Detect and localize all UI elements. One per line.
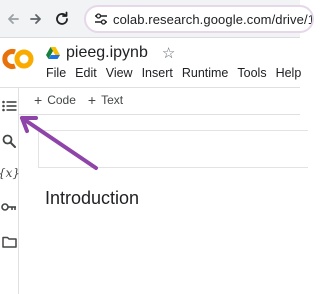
plus-icon: + <box>87 92 97 108</box>
browser-toolbar: colab.research.google.com/drive/1xW6f <box>0 0 314 38</box>
notebook-toolbar: + Code + Text <box>34 93 135 107</box>
variables-label: {x} <box>0 166 21 180</box>
menu-file[interactable]: File <box>46 66 66 80</box>
menu-insert[interactable]: Insert <box>142 66 173 80</box>
forward-arrow-icon[interactable] <box>25 8 47 30</box>
add-text-button[interactable]: + Text <box>88 93 123 107</box>
menu-bar: File Edit View Insert Runtime Tools Help <box>46 66 310 80</box>
back-arrow-icon[interactable] <box>2 8 24 30</box>
drive-icon[interactable] <box>46 47 60 59</box>
add-code-label: Code <box>47 93 76 107</box>
menu-view[interactable]: View <box>106 66 133 80</box>
site-settings-icon[interactable] <box>94 12 108 26</box>
menu-tools[interactable]: Tools <box>237 66 266 80</box>
logo-text: CO <box>0 44 2 45</box>
folder-icon[interactable] <box>0 236 18 248</box>
toolbar-divider <box>19 114 300 115</box>
variables-icon[interactable]: {x} <box>0 166 21 180</box>
section-heading: Introduction <box>45 188 140 208</box>
key-icon[interactable] <box>0 202 18 212</box>
menu-edit[interactable]: Edit <box>75 66 97 80</box>
add-code-button[interactable]: + Code <box>34 93 76 107</box>
colab-logo[interactable]: CO <box>0 44 36 74</box>
header-divider <box>0 87 300 88</box>
address-bar[interactable]: colab.research.google.com/drive/1xW6f <box>84 5 314 33</box>
table-of-contents-icon[interactable] <box>0 100 18 112</box>
url-text: colab.research.google.com/drive/1xW6f <box>113 11 312 27</box>
star-outline-icon[interactable]: ☆ <box>162 46 175 61</box>
notebook-title[interactable]: pieeg.ipynb <box>66 44 148 62</box>
reload-icon[interactable] <box>51 8 73 30</box>
menu-help[interactable]: Help <box>276 66 302 80</box>
side-rail: {x} <box>0 88 21 294</box>
notebook-title-row: pieeg.ipynb ☆ <box>46 42 175 64</box>
notebook-cell[interactable] <box>38 130 308 168</box>
search-icon[interactable] <box>0 134 18 148</box>
menu-runtime[interactable]: Runtime <box>182 66 229 80</box>
plus-icon: + <box>34 92 43 108</box>
add-text-label: Text <box>101 93 124 107</box>
